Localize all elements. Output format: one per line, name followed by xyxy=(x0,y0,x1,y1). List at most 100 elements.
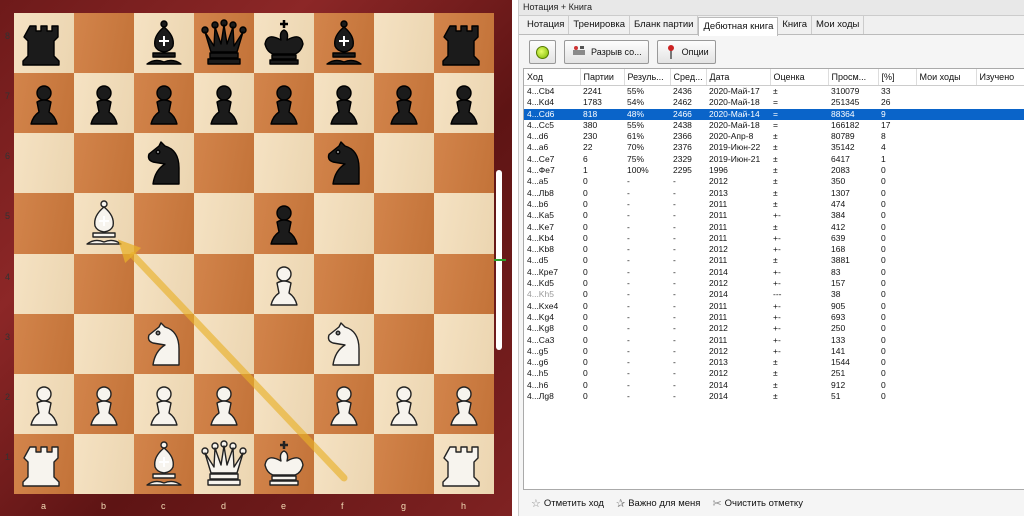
mark-move-button[interactable]: ☆ Отметить ход xyxy=(531,497,604,510)
table-row[interactable]: 4...Kh5 0 - - 2014 --- 38 0 xyxy=(524,289,1024,300)
square-g8[interactable] xyxy=(374,13,434,74)
square-g1[interactable] xyxy=(374,433,434,494)
column-header[interactable]: Оценка xyxy=(770,69,829,86)
table-row[interactable]: 4...Cd6 818 48% 2466 2020-Май-14 = 88364 9 xyxy=(524,108,1024,120)
black-knight-f6[interactable] xyxy=(314,133,374,193)
square-g3[interactable] xyxy=(374,313,434,374)
white-knight-c3[interactable] xyxy=(134,314,194,374)
square-h3[interactable] xyxy=(434,313,494,374)
table-row[interactable]: 4...Фe7 1 100% 2295 1996 ±2083 0 xyxy=(524,165,1024,176)
table-row[interactable]: 4...Кре7 0 - - 2014 +- 83 0 xyxy=(524,267,1024,278)
square-b4[interactable] xyxy=(74,253,134,314)
black-pawn-g7[interactable] xyxy=(374,73,434,133)
table-row[interactable]: 4...d5 0 - - 2011 ±3881 0 xyxy=(524,255,1024,266)
table-row[interactable]: 4...g6 0 - - 2013 ±1544 0 xyxy=(524,357,1024,368)
table-row[interactable]: 4...Лb8 0 - - 2013 ±1307 0 xyxy=(524,188,1024,199)
table-row[interactable]: 4...Лg8 0 - - 2014 ±51 0 xyxy=(524,391,1024,402)
black-king-e8[interactable] xyxy=(254,13,314,73)
square-c5[interactable] xyxy=(134,193,194,254)
table-row[interactable]: 4...Kg8 0 - - 2012 +- 250 0 xyxy=(524,323,1024,334)
square-f1[interactable] xyxy=(314,433,374,494)
black-pawn-e5[interactable] xyxy=(254,193,314,253)
table-row[interactable]: 4...Kb8 0 - - 2012 +- 168 0 xyxy=(524,244,1024,255)
square-h4[interactable] xyxy=(434,253,494,314)
table-row[interactable]: 4...Cb4 2241 55% 2436 2020-Май-17 ±310079 33 xyxy=(524,86,1024,98)
square-h5[interactable] xyxy=(434,193,494,254)
column-header[interactable]: Ход xyxy=(524,69,581,86)
square-g4[interactable] xyxy=(374,253,434,314)
white-pawn-f2[interactable] xyxy=(314,374,374,434)
table-row[interactable]: 4...Kxe4 0 - - 2011 +- 905 0 xyxy=(524,301,1024,312)
square-b6[interactable] xyxy=(74,133,134,194)
square-d5[interactable] xyxy=(194,193,254,254)
white-pawn-c2[interactable] xyxy=(134,374,194,434)
square-d3[interactable] xyxy=(194,313,254,374)
black-queen-d8[interactable] xyxy=(194,13,254,73)
square-d4[interactable] xyxy=(194,253,254,314)
square-b3[interactable] xyxy=(74,313,134,374)
white-pawn-b2[interactable] xyxy=(74,374,134,434)
square-e3[interactable] xyxy=(254,313,314,374)
chess-board[interactable] xyxy=(14,13,494,494)
white-king-e1[interactable] xyxy=(254,434,314,494)
column-header[interactable]: Дата xyxy=(706,69,771,86)
white-pawn-a2[interactable] xyxy=(14,374,74,434)
tab-notation[interactable]: Нотация xyxy=(523,16,570,34)
column-header[interactable]: Просм... xyxy=(828,69,879,86)
square-a3[interactable] xyxy=(14,313,74,374)
tab-scoresheet[interactable]: Бланк партии xyxy=(630,16,699,34)
black-rook-h8[interactable] xyxy=(434,13,494,73)
square-h6[interactable] xyxy=(434,133,494,194)
square-c4[interactable] xyxy=(134,253,194,314)
column-header[interactable]: Изучено xyxy=(976,69,1024,86)
white-bishop-c1[interactable] xyxy=(134,434,194,494)
table-row[interactable]: 4...Kg4 0 - - 2011 +- 693 0 xyxy=(524,312,1024,323)
black-pawn-b7[interactable] xyxy=(74,73,134,133)
table-row[interactable]: 4...a5 0 - - 2012 ±350 0 xyxy=(524,176,1024,187)
square-f4[interactable] xyxy=(314,253,374,314)
table-row[interactable]: 4...Kb4 0 - - 2011 +- 639 0 xyxy=(524,233,1024,244)
disconnect-button[interactable]: Разрыв со... xyxy=(564,40,649,64)
column-header[interactable]: [%] xyxy=(878,69,917,86)
square-b1[interactable] xyxy=(74,433,134,494)
black-knight-c6[interactable] xyxy=(134,133,194,193)
table-row[interactable]: 4...Ke7 0 - - 2011 ±412 0 xyxy=(524,222,1024,233)
table-row[interactable]: 4...Cc5 380 55% 2438 2020-Май-18 = 166182 17 xyxy=(524,120,1024,131)
table-row[interactable]: 4...a6 22 70% 2376 2019-Июн-22 ±35142 4 xyxy=(524,142,1024,153)
square-b8[interactable] xyxy=(74,13,134,74)
white-rook-h1[interactable] xyxy=(434,434,494,494)
square-g5[interactable] xyxy=(374,193,434,254)
square-e6[interactable] xyxy=(254,133,314,194)
important-button[interactable]: ✰ Важно для меня xyxy=(616,497,700,510)
column-header[interactable]: Резуль... xyxy=(624,69,671,86)
black-pawn-f7[interactable] xyxy=(314,73,374,133)
table-row[interactable]: 4...Ce7 6 75% 2329 2019-Июн-21 ±6417 1 xyxy=(524,154,1024,165)
black-pawn-e7[interactable] xyxy=(254,73,314,133)
white-pawn-e4[interactable] xyxy=(254,254,314,314)
black-pawn-h7[interactable] xyxy=(434,73,494,133)
table-row[interactable]: 4...d6 230 61% 2366 2020-Апр-8 ±80789 8 xyxy=(524,131,1024,142)
column-header[interactable]: Партии xyxy=(580,69,625,86)
black-pawn-c7[interactable] xyxy=(134,73,194,133)
square-e2[interactable] xyxy=(254,373,314,434)
square-f5[interactable] xyxy=(314,193,374,254)
options-button[interactable]: Опции xyxy=(656,40,716,64)
white-bishop-b5[interactable] xyxy=(74,193,134,253)
tab-training[interactable]: Тренировка xyxy=(569,16,631,34)
white-rook-a1[interactable] xyxy=(14,434,74,494)
tab-book[interactable]: Книга xyxy=(778,16,813,34)
column-header[interactable]: Мои ходы xyxy=(916,69,977,86)
table-row[interactable]: 4...h5 0 - - 2012 ±251 0 xyxy=(524,368,1024,379)
black-pawn-d7[interactable] xyxy=(194,73,254,133)
tab-opening-book[interactable]: Дебютная книга xyxy=(698,17,779,36)
square-a6[interactable] xyxy=(14,133,74,194)
white-queen-d1[interactable] xyxy=(194,434,254,494)
black-pawn-a7[interactable] xyxy=(14,73,74,133)
table-row[interactable]: 4...Kd4 1783 54% 2462 2020-Май-18 = 251345 26 xyxy=(524,97,1024,108)
table-row[interactable]: 4...Ca3 0 - - 2011 +- 133 0 xyxy=(524,335,1024,346)
black-bishop-c8[interactable] xyxy=(134,13,194,73)
square-d6[interactable] xyxy=(194,133,254,194)
table-row[interactable]: 4...Ka5 0 - - 2011 +- 384 0 xyxy=(524,210,1024,221)
white-knight-f3[interactable] xyxy=(314,314,374,374)
white-pawn-h2[interactable] xyxy=(434,374,494,434)
